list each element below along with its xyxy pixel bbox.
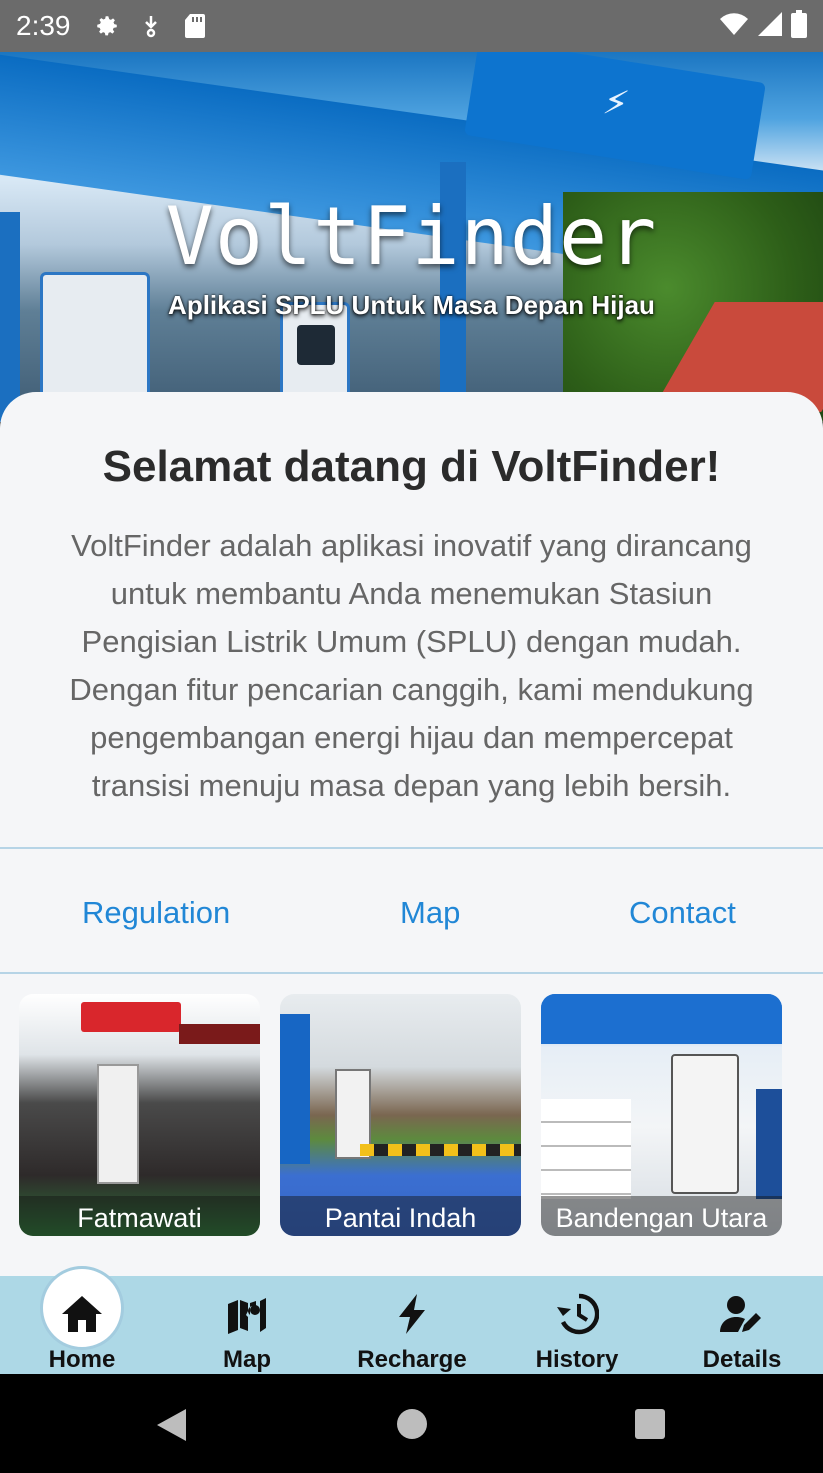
user-edit-icon: [718, 1290, 766, 1338]
contact-link[interactable]: Contact: [629, 895, 736, 931]
gear-icon: [93, 12, 121, 40]
charger-unit: [671, 1054, 739, 1194]
welcome-heading: Selamat datang di VoltFinder!: [102, 442, 721, 491]
regulation-link[interactable]: Regulation: [82, 895, 230, 931]
spklu-sign: [81, 1002, 181, 1032]
app-subtitle: Aplikasi SPLU Untuk Masa Depan Hijau: [168, 290, 655, 320]
nav-map[interactable]: Map: [172, 1276, 322, 1374]
worker: [756, 1089, 782, 1199]
recents-icon[interactable]: [634, 1408, 666, 1445]
map-icon: [223, 1290, 271, 1338]
system-navigation-bar: [0, 1374, 823, 1473]
location-name: Fatmawati: [77, 1203, 202, 1233]
charger-unit: [97, 1064, 139, 1184]
spklu-sign: [541, 994, 782, 1044]
location-card-pantai-indah[interactable]: Pantai Indah: [280, 994, 521, 1236]
app-title: VoltFinder: [165, 190, 658, 283]
download-icon: [137, 12, 165, 40]
status-bar: 2:39: [0, 0, 823, 52]
location-cards: Fatmawati Pantai Indah Bandengan Utara: [19, 994, 809, 1236]
welcome-description: VoltFinder adalah aplikasi inovatif yang…: [69, 528, 754, 803]
signal-icon: [757, 11, 783, 42]
nav-recharge[interactable]: Recharge: [337, 1276, 487, 1374]
nav-label: Map: [223, 1346, 271, 1373]
nav-home[interactable]: Home: [7, 1266, 157, 1374]
back-icon[interactable]: [156, 1408, 188, 1447]
history-icon: [553, 1290, 601, 1338]
nav-details[interactable]: Details: [667, 1276, 817, 1374]
curb: [360, 1144, 521, 1156]
canopy-post: [280, 1014, 310, 1164]
awning: [179, 1024, 260, 1044]
home-circle-icon[interactable]: [396, 1408, 428, 1445]
bolt-icon: [388, 1290, 436, 1338]
nav-label: Home: [48, 1346, 116, 1373]
location-name: Pantai Indah: [324, 1203, 477, 1233]
nav-history[interactable]: History: [502, 1276, 652, 1374]
location-name: Bandengan Utara: [555, 1203, 768, 1233]
battery-icon: [791, 9, 807, 43]
home-icon: [58, 1290, 106, 1338]
nav-label: Recharge: [357, 1346, 467, 1373]
nav-label: History: [535, 1346, 619, 1373]
locker-panel: [541, 1099, 631, 1199]
status-time: 2:39: [16, 10, 71, 41]
sd-card-icon: [181, 12, 209, 40]
nav-label: Details: [702, 1346, 782, 1373]
quick-links: Regulation Map Contact: [0, 847, 823, 974]
map-link[interactable]: Map: [400, 895, 460, 931]
bottom-navigation: Home Map Recharge History Details: [0, 1266, 823, 1374]
location-card-fatmawati[interactable]: Fatmawati: [19, 994, 260, 1236]
wifi-icon: [719, 11, 749, 42]
location-card-bandengan-utara[interactable]: Bandengan Utara: [541, 994, 782, 1236]
welcome-card: Selamat datang di VoltFinder! VoltFinder…: [0, 392, 823, 1276]
hero-banner: ⚡ VoltFinder Aplikasi SPLU Untuk Masa De…: [0, 52, 823, 422]
